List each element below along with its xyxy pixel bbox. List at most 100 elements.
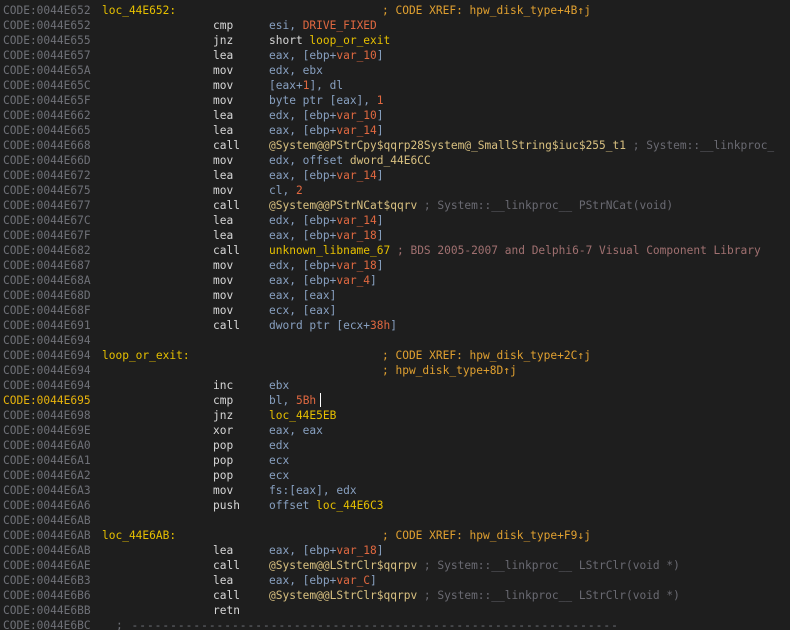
instruction-operands[interactable]: eax, [ebp+var_18] — [269, 543, 384, 558]
instruction-operands[interactable]: bl, 5Bh — [269, 393, 322, 408]
instruction-operands[interactable]: eax, [ebp+var_10] — [269, 48, 384, 63]
instruction-operands[interactable]: edx, [ebp+var_18] — [269, 258, 384, 273]
instruction-mnemonic[interactable]: lea — [213, 48, 233, 63]
instruction-operands[interactable]: esi, DRIVE_FIXED — [269, 18, 377, 33]
instruction-operands[interactable]: eax, [ebp+var_14] — [269, 123, 384, 138]
operand-token[interactable]: loc_44E5EB — [269, 409, 336, 422]
line-address[interactable]: CODE:0044E675 — [3, 183, 91, 198]
instruction-operands[interactable]: ebx — [269, 378, 289, 393]
instruction-operands[interactable]: edx — [269, 438, 289, 453]
listing-line[interactable]: CODE:0044E6A1 pop ecx — [0, 453, 790, 468]
listing-line[interactable]: CODE:0044E6A0 pop edx — [0, 438, 790, 453]
line-address[interactable]: CODE:0044E6A6 — [3, 498, 91, 513]
listing-line[interactable]: CODE:0044E677 call @System@@PStrNCat$qqrv … — [0, 198, 790, 213]
instruction-mnemonic[interactable]: lea — [213, 228, 233, 243]
line-address[interactable]: CODE:0044E69E — [3, 423, 91, 438]
listing-line[interactable]: CODE:0044E67F lea eax, [ebp+var_18] — [0, 228, 790, 243]
instruction-mnemonic[interactable]: lea — [213, 543, 233, 558]
line-address[interactable]: CODE:0044E694 — [3, 348, 91, 363]
line-address[interactable]: CODE:0044E68A — [3, 273, 91, 288]
line-address[interactable]: CODE:0044E6AE — [3, 558, 91, 573]
line-address[interactable]: CODE:0044E682 — [3, 243, 91, 258]
line-address[interactable]: CODE:0044E695 — [3, 393, 91, 408]
instruction-operands[interactable]: dword ptr [ecx+38h] — [269, 318, 397, 333]
instruction-mnemonic[interactable]: call — [213, 558, 240, 573]
line-address[interactable]: CODE:0044E657 — [3, 48, 91, 63]
instruction-mnemonic[interactable]: lea — [213, 213, 233, 228]
instruction-mnemonic[interactable]: mov — [213, 153, 233, 168]
listing-line[interactable]: CODE:0044E6AB lea eax, [ebp+var_18] — [0, 543, 790, 558]
code-label[interactable]: loop_or_exit: — [102, 348, 190, 363]
instruction-operands[interactable]: @System@@LStrClr$qqrpv ; System::__linkp… — [269, 588, 680, 603]
listing-line[interactable]: CODE:0044E6B3 lea eax, [ebp+var_C] — [0, 573, 790, 588]
line-address[interactable]: CODE:0044E67F — [3, 228, 91, 243]
instruction-operands[interactable]: edx, [ebp+var_10] — [269, 108, 384, 123]
listing-line[interactable]: CODE:0044E66D mov edx, offset dword_44E6CC — [0, 153, 790, 168]
line-address[interactable]: CODE:0044E67C — [3, 213, 91, 228]
listing-line[interactable]: CODE:0044E69E xor eax, eax — [0, 423, 790, 438]
instruction-operands[interactable]: @System@@PStrNCat$qqrv ; System::__linkp… — [269, 198, 673, 213]
instruction-operands[interactable]: @System@@LStrClr$qqrpv ; System::__linkp… — [269, 558, 680, 573]
listing-line[interactable]: CODE:0044E6A6 push offset loc_44E6C3 — [0, 498, 790, 513]
instruction-operands[interactable]: ecx — [269, 468, 289, 483]
listing-line[interactable]: CODE:0044E655 jnz short loop_or_exit — [0, 33, 790, 48]
listing-line[interactable]: CODE:0044E687 mov edx, [ebp+var_18] — [0, 258, 790, 273]
listing-line[interactable]: CODE:0044E68D mov eax, [eax] — [0, 288, 790, 303]
line-address[interactable]: CODE:0044E687 — [3, 258, 91, 273]
instruction-operands[interactable]: unknown_libname_67 ; BDS 2005-2007 and D… — [269, 243, 761, 258]
instruction-mnemonic[interactable]: mov — [213, 273, 233, 288]
line-address[interactable]: CODE:0044E677 — [3, 198, 91, 213]
listing-line[interactable]: CODE:0044E6AB — [0, 513, 790, 528]
line-address[interactable]: CODE:0044E694 — [3, 333, 91, 348]
instruction-mnemonic[interactable]: pop — [213, 468, 233, 483]
line-address[interactable]: CODE:0044E6AB — [3, 543, 91, 558]
instruction-mnemonic[interactable]: pop — [213, 453, 233, 468]
instruction-operands[interactable]: ecx, [eax] — [269, 303, 336, 318]
listing-line[interactable]: CODE:0044E682 call unknown_libname_67 ; BD… — [0, 243, 790, 258]
instruction-mnemonic[interactable]: jnz — [213, 33, 233, 48]
instruction-mnemonic[interactable]: mov — [213, 63, 233, 78]
xref-comment[interactable]: ; CODE XREF: hpw_disk_type+4B↑j — [382, 3, 591, 18]
line-address[interactable]: CODE:0044E694 — [3, 378, 91, 393]
operand-token[interactable]: @System@@LStrClr$qqrpv — [269, 589, 417, 602]
operand-token[interactable]: loc_44E6C3 — [316, 499, 383, 512]
instruction-operands[interactable]: offset loc_44E6C3 — [269, 498, 384, 513]
instruction-operands[interactable]: edx, offset dword_44E6CC — [269, 153, 431, 168]
listing-line[interactable]: CODE:0044E694 loop_or_exit: ; CODE XREF: h… — [0, 348, 790, 363]
operand-token[interactable]: dword_44E6CC — [350, 154, 431, 167]
instruction-mnemonic[interactable]: mov — [213, 258, 233, 273]
line-address[interactable]: CODE:0044E66D — [3, 153, 91, 168]
listing-line[interactable]: CODE:0044E6A3 mov fs:[eax], edx — [0, 483, 790, 498]
line-address[interactable]: CODE:0044E698 — [3, 408, 91, 423]
line-address[interactable]: CODE:0044E655 — [3, 33, 91, 48]
instruction-mnemonic[interactable]: jnz — [213, 408, 233, 423]
listing-line[interactable]: CODE:0044E67C lea edx, [ebp+var_14] — [0, 213, 790, 228]
listing-line[interactable]: CODE:0044E652 cmp esi, DRIVE_FIXED — [0, 18, 790, 33]
listing-line[interactable]: CODE:0044E68F mov ecx, [eax] — [0, 303, 790, 318]
listing-line[interactable]: CODE:0044E6A2 pop ecx — [0, 468, 790, 483]
instruction-mnemonic[interactable]: xor — [213, 423, 233, 438]
listing-line[interactable]: CODE:0044E6BC ; -------------------------… — [0, 618, 790, 630]
listing-line[interactable]: CODE:0044E65A mov edx, ebx — [0, 63, 790, 78]
listing-line[interactable]: CODE:0044E665 lea eax, [ebp+var_14] — [0, 123, 790, 138]
xref-comment[interactable]: ; hpw_disk_type+8D↑j — [382, 363, 517, 378]
line-address[interactable]: CODE:0044E6A2 — [3, 468, 91, 483]
instruction-operands[interactable]: short loop_or_exit — [269, 33, 390, 48]
line-address[interactable]: CODE:0044E6B6 — [3, 588, 91, 603]
instruction-mnemonic[interactable]: mov — [213, 303, 233, 318]
instruction-operands[interactable]: ecx — [269, 453, 289, 468]
line-address[interactable]: CODE:0044E68D — [3, 288, 91, 303]
operand-token[interactable]: @System@@PStrCpy$qqrp28System@_SmallStri… — [269, 139, 626, 152]
instruction-mnemonic[interactable]: call — [213, 318, 240, 333]
listing-line[interactable]: CODE:0044E691 call dword ptr [ecx+38h] — [0, 318, 790, 333]
listing-line[interactable]: CODE:0044E68A mov eax, [ebp+var_4] — [0, 273, 790, 288]
instruction-mnemonic[interactable]: retn — [213, 603, 240, 618]
listing-line[interactable]: CODE:0044E695 cmp bl, 5Bh — [0, 393, 790, 408]
instruction-operands[interactable]: eax, [eax] — [269, 288, 336, 303]
line-address[interactable]: CODE:0044E6AB — [3, 513, 91, 528]
line-address[interactable]: CODE:0044E652 — [3, 18, 91, 33]
instruction-operands[interactable]: eax, [ebp+var_C] — [269, 573, 377, 588]
instruction-mnemonic[interactable]: pop — [213, 438, 233, 453]
listing-line[interactable]: CODE:0044E694 — [0, 333, 790, 348]
listing-line[interactable]: CODE:0044E694 inc ebx — [0, 378, 790, 393]
